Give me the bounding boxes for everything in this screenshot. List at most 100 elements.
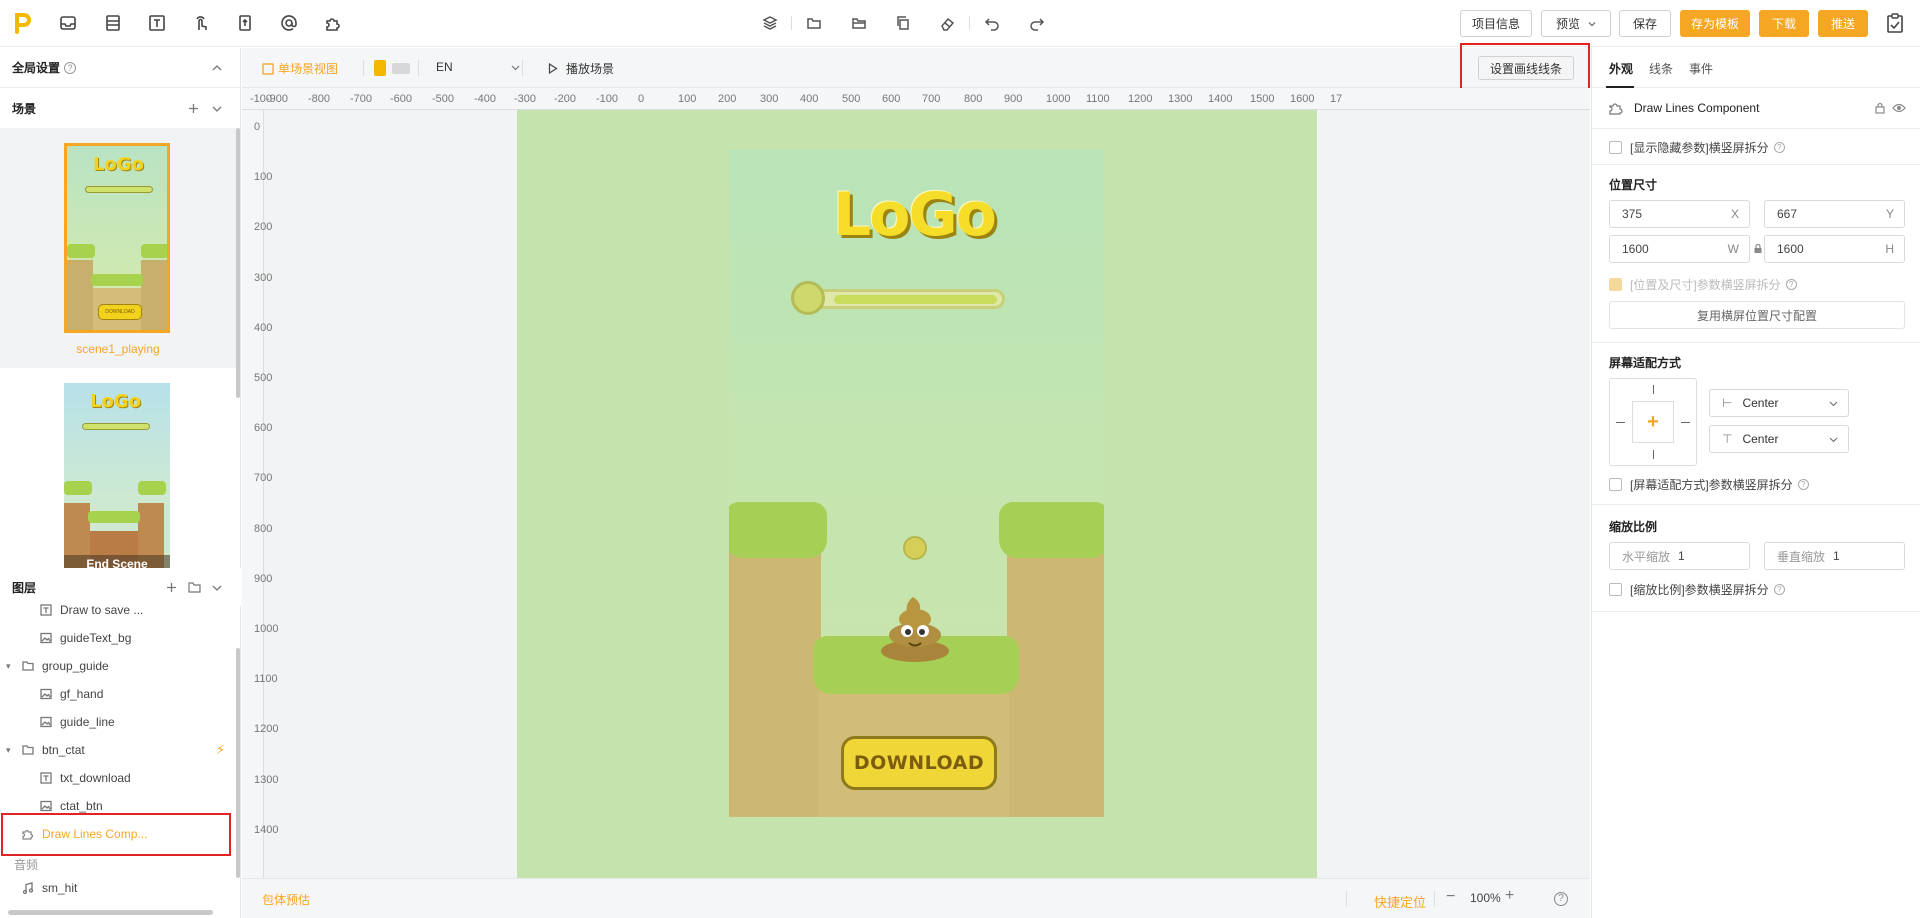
- folder-icon[interactable]: [806, 15, 822, 31]
- layers-icon[interactable]: [762, 15, 778, 31]
- quick-locate-button[interactable]: 快捷定位: [1374, 892, 1426, 911]
- plugin-icon[interactable]: [323, 13, 343, 33]
- checkbox[interactable]: [1609, 141, 1622, 154]
- reuse-landscape-button[interactable]: 复用横屏位置尺寸配置: [1609, 301, 1905, 329]
- portrait-mode-toggle[interactable]: [374, 60, 386, 76]
- anchor-center-plus-icon[interactable]: +: [1632, 401, 1674, 443]
- upload-file-icon[interactable]: [235, 13, 255, 33]
- layer-item[interactable]: guideText_bg: [0, 624, 236, 652]
- help-icon[interactable]: ?: [64, 61, 77, 74]
- layer-item[interactable]: guide_line: [0, 708, 236, 736]
- layer-item[interactable]: ctat_btn: [0, 792, 236, 820]
- game-preview[interactable]: LoGo DOWNLOAD: [729, 150, 1104, 817]
- vertical-scale-label: 垂直缩放: [1777, 549, 1826, 564]
- fit-horizontal-select[interactable]: ⊢ Center: [1709, 389, 1849, 417]
- layer-group-item[interactable]: ▾ btn_ctat: [0, 736, 236, 764]
- scene-thumbnail[interactable]: LoGo End Scene: [64, 383, 170, 568]
- layer-item-draw-lines[interactable]: Draw Lines Comp...: [0, 820, 236, 848]
- lock-icon[interactable]: [1874, 102, 1886, 114]
- chevron-up-icon[interactable]: [212, 63, 222, 73]
- position-split-checkbox[interactable]: [位置及尺寸]参数横竖屏拆分 ?: [1609, 276, 1797, 293]
- vertical-scale-field[interactable]: 垂直缩放 1: [1764, 542, 1905, 570]
- folder-open-icon[interactable]: [851, 15, 867, 31]
- height-field[interactable]: 1600 H: [1764, 235, 1905, 263]
- preview-dropdown-button[interactable]: 预览: [1541, 10, 1611, 37]
- horizontal-scale-field[interactable]: 水平缩放 1: [1609, 542, 1750, 570]
- show-hidden-params-checkbox[interactable]: [显示隐藏参数]横竖屏拆分 ?: [1609, 139, 1785, 156]
- tab-appearance[interactable]: 外观: [1609, 60, 1633, 77]
- chevron-down-icon[interactable]: ▾: [6, 661, 16, 672]
- single-scene-view-toggle[interactable]: 单场景视图: [262, 60, 338, 77]
- set-draw-lines-button[interactable]: 设置画线线条: [1478, 56, 1574, 80]
- tab-lines[interactable]: 线条: [1649, 60, 1673, 77]
- game-download-button[interactable]: DOWNLOAD: [841, 736, 997, 790]
- touch-icon[interactable]: [191, 13, 211, 33]
- layer-item[interactable]: txt_download: [0, 764, 236, 792]
- scene-item[interactable]: LoGo End Scene: [0, 368, 236, 568]
- project-info-button[interactable]: 项目信息: [1460, 10, 1532, 37]
- scale-split-checkbox[interactable]: [缩放比例]参数横竖屏拆分 ?: [1609, 581, 1785, 598]
- scene-item[interactable]: LoGo DOWNLOAD scene1_playing: [0, 128, 236, 368]
- download-button[interactable]: 下载: [1759, 10, 1809, 37]
- x-field[interactable]: 375 X: [1609, 200, 1750, 228]
- checkbox-checked[interactable]: [1609, 278, 1622, 291]
- chevron-down-icon[interactable]: [212, 104, 222, 114]
- anchor-widget[interactable]: +: [1609, 378, 1697, 466]
- undo-icon[interactable]: [984, 15, 1000, 31]
- width-field[interactable]: 1600 W: [1609, 235, 1750, 263]
- add-scene-icon[interactable]: [188, 103, 199, 114]
- help-icon[interactable]: ?: [1785, 279, 1797, 290]
- help-icon[interactable]: ?: [1554, 892, 1568, 906]
- anchor-right-line[interactable]: [1681, 422, 1690, 423]
- eraser-icon[interactable]: [939, 15, 955, 31]
- layer-item[interactable]: gf_hand: [0, 680, 236, 708]
- inbox-icon[interactable]: [58, 13, 78, 33]
- chevron-down-icon[interactable]: ▾: [6, 745, 16, 756]
- add-layer-icon[interactable]: [166, 582, 177, 593]
- lock-ratio-icon[interactable]: [1753, 243, 1763, 254]
- zoom-out-icon[interactable]: −: [1446, 888, 1455, 906]
- play-scene-button[interactable]: 播放场景: [548, 60, 614, 77]
- anchor-top-line[interactable]: [1653, 385, 1654, 394]
- language-select[interactable]: EN: [436, 60, 520, 74]
- chevron-down-icon[interactable]: [212, 583, 222, 593]
- checkbox[interactable]: [1609, 583, 1622, 596]
- game-ball: [903, 536, 927, 560]
- fit-vertical-select[interactable]: ⊤ Center: [1709, 425, 1849, 453]
- layout-icon[interactable]: [103, 13, 123, 33]
- zoom-in-icon[interactable]: +: [1505, 887, 1514, 905]
- scene-scrollbar[interactable]: [236, 128, 240, 398]
- help-icon[interactable]: ?: [1773, 584, 1785, 595]
- anchor-left-line[interactable]: [1616, 422, 1625, 423]
- global-settings-header[interactable]: 全局设置 ?: [0, 48, 241, 88]
- audio-item[interactable]: sm_hit: [0, 874, 236, 902]
- help-icon[interactable]: ?: [1797, 479, 1809, 490]
- folder-add-icon[interactable]: [188, 581, 201, 593]
- clipboard-check-icon[interactable]: [1884, 12, 1906, 34]
- layer-item[interactable]: Draw to save ...: [0, 596, 236, 624]
- lightning-icon[interactable]: ⚡: [216, 742, 225, 758]
- save-template-button[interactable]: 存为模板: [1680, 10, 1750, 37]
- horizontal-ruler[interactable]: -100 -900 -800 -700 -600 -500 -400 -300 -200 -100…: [242, 88, 1590, 110]
- anchor-bottom-line[interactable]: [1653, 450, 1654, 459]
- redo-icon[interactable]: [1029, 15, 1045, 31]
- eye-icon[interactable]: [1892, 102, 1906, 114]
- save-button[interactable]: 保存: [1619, 10, 1671, 37]
- layers-scrollbar[interactable]: [236, 648, 240, 878]
- fit-split-checkbox[interactable]: [屏幕适配方式]参数横竖屏拆分 ?: [1609, 476, 1809, 493]
- scene-thumbnail[interactable]: LoGo DOWNLOAD: [64, 143, 170, 333]
- vertical-ruler[interactable]: 0 100 200 300 400 500 600 700 800 900 1000 1100 1200…: [242, 110, 278, 878]
- checkbox[interactable]: [1609, 478, 1622, 491]
- copy-icon[interactable]: [895, 15, 911, 31]
- layers-horizontal-scrollbar[interactable]: [8, 910, 213, 915]
- pack-size-estimate-link[interactable]: 包体预估: [262, 891, 310, 908]
- at-icon[interactable]: [279, 13, 299, 33]
- text-tool-icon[interactable]: [147, 13, 167, 33]
- y-field[interactable]: 667 Y: [1764, 200, 1905, 228]
- tab-events[interactable]: 事件: [1689, 60, 1713, 77]
- push-button[interactable]: 推送: [1818, 10, 1868, 37]
- canvas-viewport[interactable]: -100 -900 -800 -700 -600 -500 -400 -300 -200 -100…: [242, 88, 1590, 878]
- layer-group-item[interactable]: ▾ group_guide: [0, 652, 236, 680]
- landscape-mode-toggle[interactable]: [392, 63, 410, 74]
- help-icon[interactable]: ?: [1773, 142, 1785, 153]
